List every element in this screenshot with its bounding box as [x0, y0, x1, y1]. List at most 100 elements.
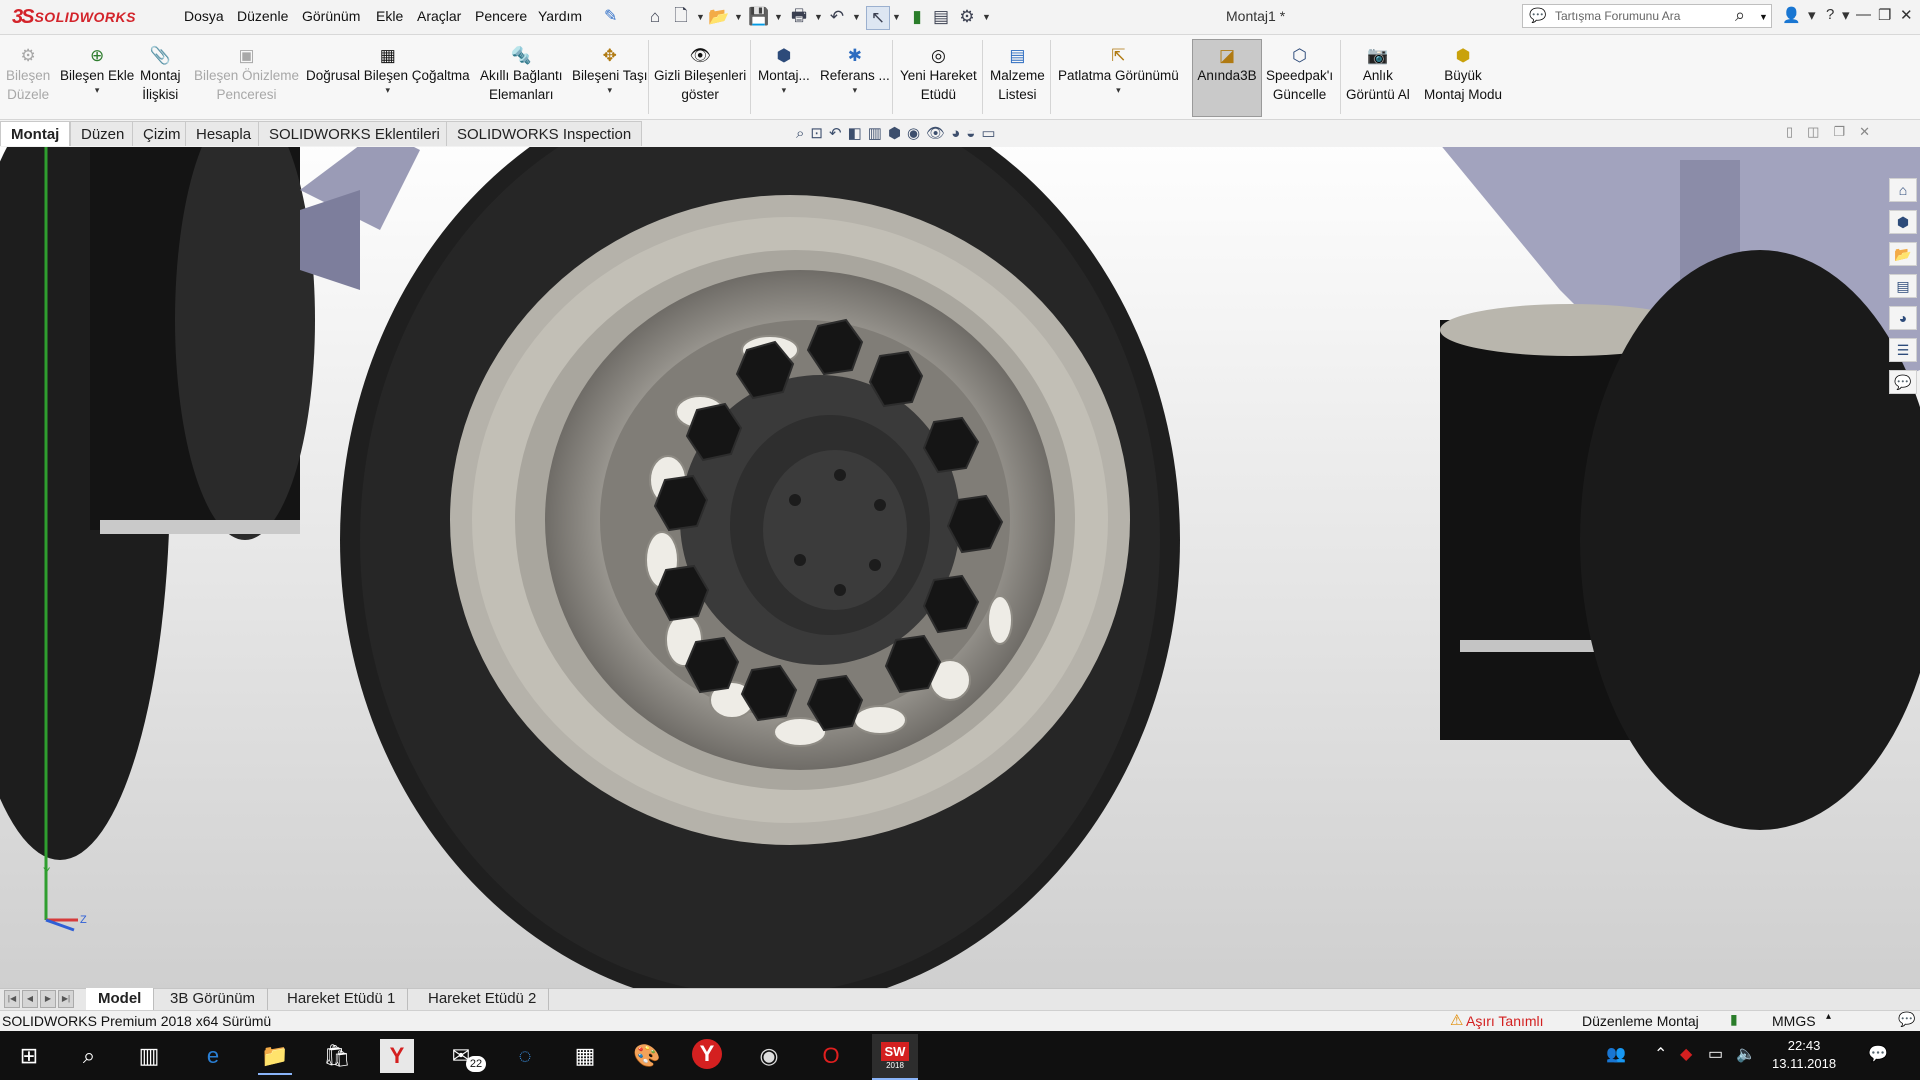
antivirus-icon[interactable]: ◆ — [1680, 1044, 1692, 1064]
user-account-icon[interactable]: 👤 — [1782, 6, 1801, 24]
menu-araclar[interactable]: Araçlar — [417, 8, 461, 24]
disc-app-icon[interactable]: ◉ — [752, 1039, 786, 1073]
prev-tab-icon[interactable]: ◀ — [22, 990, 38, 1008]
close-window-icon[interactable]: ✕ — [1900, 6, 1913, 24]
design-library-icon[interactable]: ⬢ — [1889, 210, 1917, 234]
restore-window-icon[interactable]: ❐ — [1878, 6, 1891, 24]
people-icon[interactable]: 👥 — [1606, 1044, 1626, 1064]
edit-component-button[interactable]: ⚙ Bileşen Düzele — [6, 44, 50, 104]
select-pointer-icon[interactable]: ↖ — [866, 6, 890, 30]
yandex-icon[interactable]: Y — [380, 1039, 414, 1073]
task-view-icon[interactable]: ▥ — [132, 1039, 166, 1073]
status-comment-icon[interactable]: 💬 — [1898, 1011, 1915, 1028]
menu-duzenle[interactable]: Düzenle — [237, 8, 288, 24]
save-icon[interactable]: 💾 — [748, 6, 770, 28]
exploded-view-dropdown-icon[interactable]: ▾ — [1116, 85, 1121, 95]
save-dropdown-icon[interactable]: ▼ — [774, 12, 783, 22]
tab-duzen[interactable]: Düzen — [70, 121, 136, 146]
view-settings-icon[interactable]: ▭ — [981, 124, 995, 142]
large-assembly-mode-button[interactable]: ⬢ Büyük Montaj Modu — [1424, 44, 1502, 104]
insert-component-button[interactable]: ⊕ Bileşen Ekle ▾ — [60, 44, 134, 96]
menu-ekle[interactable]: Ekle — [376, 8, 403, 24]
undo-dropdown-icon[interactable]: ▼ — [852, 12, 861, 22]
split-window-icon[interactable]: ◫ — [1807, 124, 1819, 140]
tab-3b-gorunum[interactable]: 3B Görünüm — [158, 988, 269, 1010]
options-dropdown-icon[interactable]: ▼ — [982, 12, 991, 22]
display-style-icon[interactable]: ◉ — [907, 124, 920, 142]
tile-window-icon[interactable]: ▯ — [1786, 124, 1793, 140]
exploded-view-button[interactable]: ⇱ Patlatma Görünümü ▾ — [1058, 44, 1179, 96]
forum-icon[interactable]: 💬 — [1889, 370, 1917, 394]
paint-icon[interactable]: 🎨 — [630, 1039, 664, 1073]
undo-icon[interactable]: ↶ — [826, 6, 848, 28]
options-gear-icon[interactable]: ⚙ — [956, 6, 978, 28]
dynamic-annotation-icon[interactable]: ▥ — [868, 124, 882, 142]
new-document-icon[interactable]: 🗋 — [670, 6, 692, 28]
section-view-icon[interactable]: ◧ — [848, 124, 862, 142]
search-icon[interactable]: ⌕ — [1735, 5, 1745, 26]
yandex-browser-icon[interactable]: Y — [692, 1039, 722, 1069]
tray-chevron-up-icon[interactable]: ⌃ — [1654, 1044, 1667, 1064]
graphics-viewport[interactable] — [0, 120, 1920, 990]
taskbar-clock[interactable]: 22:43 13.11.2018 — [1772, 1037, 1836, 1073]
assembly-features-button[interactable]: ⬢ Montaj... ▾ — [758, 44, 810, 96]
rebuild-status-icon[interactable]: ▮ — [1730, 1011, 1738, 1028]
instant3d-button[interactable]: ◪ Anında3B — [1192, 39, 1262, 117]
app-circle-icon[interactable]: ◌ — [508, 1039, 542, 1073]
assembly-features-dropdown-icon[interactable]: ▾ — [782, 85, 787, 95]
next-tab-icon[interactable]: ▶ — [40, 990, 56, 1008]
last-tab-icon[interactable]: ▶| — [58, 990, 74, 1008]
restore-document-icon[interactable]: ❐ — [1833, 124, 1845, 140]
print-dropdown-icon[interactable]: ▼ — [814, 12, 823, 22]
smart-fasteners-button[interactable]: 🔩 Akıllı Bağlantı Elemanları — [480, 44, 563, 104]
mate-button[interactable]: 📎 Montaj İlişkisi — [140, 44, 181, 104]
edge-browser-icon[interactable]: e — [196, 1039, 230, 1073]
zoom-area-icon[interactable]: ⊡ — [810, 124, 823, 142]
select-dropdown-icon[interactable]: ▼ — [892, 12, 901, 22]
linear-pattern-dropdown-icon[interactable]: ▾ — [386, 85, 391, 95]
help-dropdown-icon[interactable]: ▾ — [1842, 6, 1850, 24]
open-icon[interactable]: 📂 — [708, 6, 730, 28]
solidworks-resources-icon[interactable]: ⌂ — [1889, 178, 1917, 202]
appearances-icon[interactable]: ◕ — [1889, 306, 1917, 330]
apply-scene-icon[interactable]: ◒ — [966, 125, 975, 142]
search-input[interactable]: Tartışma Forumunu Ara — [1555, 9, 1680, 23]
menu-yardim[interactable]: Yardım — [538, 8, 582, 24]
open-dropdown-icon[interactable]: ▼ — [734, 12, 743, 22]
menu-gorunum[interactable]: Görünüm — [302, 8, 360, 24]
opera-icon[interactable]: O — [814, 1039, 848, 1073]
update-speedpak-button[interactable]: ⬡ Speedpak'ı Güncelle — [1266, 44, 1333, 104]
insert-component-dropdown-icon[interactable]: ▾ — [95, 85, 100, 95]
unit-system-selector[interactable]: MMGS — [1772, 1013, 1816, 1029]
rebuild-icon[interactable]: ▮ — [906, 6, 928, 28]
hide-show-items-icon[interactable]: 👁 — [926, 124, 945, 142]
tab-hareket-etudu-1[interactable]: Hareket Etüdü 1 — [275, 988, 409, 1010]
take-snapshot-button[interactable]: 📷 Anlık Görüntü Al — [1346, 44, 1410, 104]
home-icon[interactable]: ⌂ — [644, 6, 666, 28]
taskbar-search-icon[interactable]: ⌕ — [72, 1039, 106, 1073]
edit-appearance-icon[interactable]: ◕ — [951, 125, 960, 142]
show-hidden-button[interactable]: 👁 Gizli Bileşenleri göster — [654, 44, 746, 104]
linear-pattern-button[interactable]: ▦ Doğrusal Bileşen Çoğaltma ▾ — [306, 44, 470, 96]
new-dropdown-icon[interactable]: ▼ — [696, 12, 705, 22]
zoom-to-fit-icon[interactable]: ⌕ — [796, 125, 804, 142]
reference-geometry-button[interactable]: ✱ Referans ... ▾ — [820, 44, 890, 96]
menu-pencere[interactable]: Pencere — [475, 8, 527, 24]
bom-button[interactable]: ▤ Malzeme Listesi — [990, 44, 1045, 104]
new-motion-study-button[interactable]: ◎ Yeni Hareket Etüdü — [900, 44, 977, 104]
calculator-icon[interactable]: ▦ — [568, 1039, 602, 1073]
help-icon[interactable]: ? — [1826, 6, 1834, 23]
store-icon[interactable]: 🛍 — [320, 1039, 354, 1073]
previous-view-icon[interactable]: ↶ — [829, 124, 842, 142]
move-component-button[interactable]: ✥ Bileşeni Taşı ▾ — [572, 44, 648, 96]
component-preview-button[interactable]: ▣ Bileşen Önizleme Penceresi — [194, 44, 299, 104]
print-icon[interactable]: 🖶 — [788, 6, 810, 28]
tab-solidworks-eklentileri[interactable]: SOLIDWORKS Eklentileri — [258, 121, 451, 146]
search-dropdown-icon[interactable]: ▼ — [1759, 12, 1768, 22]
first-tab-icon[interactable]: |◀ — [4, 990, 20, 1008]
reference-geometry-dropdown-icon[interactable]: ▾ — [853, 85, 858, 95]
tab-hareket-etudu-2[interactable]: Hareket Etüdü 2 — [416, 988, 550, 1010]
move-component-dropdown-icon[interactable]: ▾ — [608, 85, 613, 95]
pin-menu-icon[interactable]: ✎ — [604, 6, 617, 26]
menu-dosya[interactable]: Dosya — [184, 8, 224, 24]
